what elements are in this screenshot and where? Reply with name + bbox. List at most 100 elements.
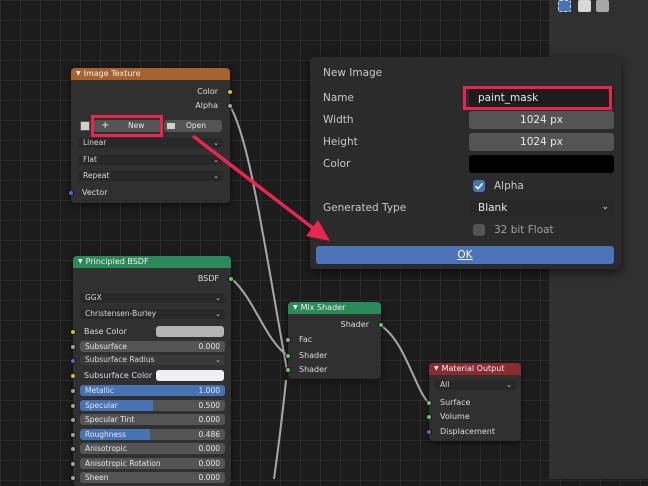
output-color-socket[interactable] (227, 89, 233, 95)
node-header[interactable]: ▼ Principled BSDF (73, 256, 231, 268)
collapse-triangle-icon[interactable]: ▼ (78, 258, 83, 265)
subsurface-color-swatch[interactable] (156, 370, 224, 381)
checkmark-icon (474, 182, 484, 190)
anisotropic-rotation-field[interactable]: Anisotropic Rotation 0.000 (80, 458, 225, 469)
width-field[interactable]: 1024 px (469, 111, 614, 129)
new-image-dialog: New Image Name paint_mask Width 1024 px … (310, 57, 621, 269)
input-specular-socket[interactable] (70, 403, 76, 409)
width-value: 1024 px (520, 114, 563, 126)
output-alpha-socket[interactable] (227, 103, 233, 109)
width-label: Width (323, 114, 354, 126)
interpolation-value: Linear (83, 138, 107, 147)
target-value: All (440, 380, 450, 389)
float-label: 32 bit Float (494, 224, 554, 236)
input-subsurface-radius-socket[interactable] (70, 358, 76, 364)
collapse-triangle-icon[interactable]: ▼ (293, 304, 298, 311)
subsurface-method-dropdown[interactable]: Christensen-Burley ⌄ (80, 309, 225, 319)
name-label: Name (323, 92, 354, 104)
open-button-label: Open (186, 121, 207, 130)
displacement-label: Displacement (440, 427, 495, 436)
input-fac-socket[interactable] (285, 337, 291, 343)
image-browse-icon[interactable] (80, 121, 90, 131)
field-label: Subsurface (85, 342, 127, 351)
surface-label: Surface (440, 398, 471, 407)
projection-dropdown[interactable]: Flat ⌄ (78, 155, 223, 165)
node-header[interactable]: ▼ Material Output (429, 363, 521, 375)
input-shader2-socket[interactable] (285, 367, 291, 373)
field-value: 0.000 (198, 473, 220, 482)
generated-type-dropdown[interactable]: Blank ⌄ (469, 199, 614, 217)
volume-label: Volume (440, 412, 470, 421)
input-subsurface-color-socket[interactable] (70, 373, 76, 379)
extension-value: Repeat (83, 171, 110, 180)
folder-icon (167, 123, 175, 129)
input-base-color-socket[interactable] (70, 329, 76, 335)
target-dropdown[interactable]: All ⌄ (435, 380, 516, 390)
ok-label: OK (457, 249, 473, 261)
alpha-label: Alpha (494, 180, 524, 192)
input-displacement-socket[interactable] (426, 429, 432, 435)
output-shader-socket[interactable] (378, 322, 384, 328)
ok-button[interactable]: OK (316, 246, 614, 264)
field-value: 0.486 (198, 430, 220, 439)
principled-bsdf-node[interactable]: ▼ Principled BSDF BSDF GGX ⌄ Christensen-B… (70, 256, 234, 486)
field-value: 0.000 (198, 459, 220, 468)
field-label: Specular Tint (85, 415, 135, 424)
metallic-field[interactable]: Metallic 1.000 (80, 385, 225, 396)
base-color-swatch[interactable] (156, 326, 224, 337)
generated-type-value: Blank (478, 202, 508, 214)
input-shader1-socket[interactable] (285, 353, 291, 359)
open-image-button[interactable]: Open (164, 120, 222, 132)
input-surface-socket[interactable] (426, 400, 432, 406)
field-value: 0.000 (198, 342, 220, 351)
input-metallic-socket[interactable] (70, 388, 76, 394)
roughness-field[interactable]: Roughness 0.486 (80, 429, 225, 440)
chevron-down-icon: ⌄ (213, 139, 219, 147)
height-field[interactable]: 1024 px (469, 133, 614, 151)
shader1-label: Shader (299, 351, 328, 360)
output-bsdf-socket[interactable] (228, 276, 234, 282)
name-value: paint_mask (478, 92, 539, 104)
image-texture-node[interactable]: ▼ Image Texture Color Alpha + New Open Li… (68, 68, 233, 203)
color-label: Color (323, 158, 351, 170)
sheen-field[interactable]: Sheen 0.000 (80, 472, 225, 483)
input-vector-socket[interactable] (68, 190, 74, 196)
subsurface-field[interactable]: Subsurface 0.000 (80, 341, 225, 352)
chevron-down-icon: ⌄ (601, 202, 609, 212)
interpolation-dropdown[interactable]: Linear ⌄ (78, 138, 223, 148)
new-image-button[interactable]: + New (93, 120, 163, 132)
subsurface-color-label: Subsurface Color (84, 371, 153, 380)
input-roughness-socket[interactable] (70, 432, 76, 438)
color-swatch[interactable] (469, 155, 614, 173)
node-header[interactable]: ▼ Mix Shader (288, 302, 381, 314)
extension-dropdown[interactable]: Repeat ⌄ (78, 171, 223, 181)
base-color-label: Base Color (84, 327, 127, 336)
field-label: Anisotropic (85, 444, 127, 453)
distribution-dropdown[interactable]: GGX ⌄ (80, 293, 225, 303)
specular-tint-field[interactable]: Specular Tint 0.000 (80, 414, 225, 425)
input-anisotropic-rotation-socket[interactable] (70, 461, 76, 467)
generated-type-label: Generated Type (323, 202, 407, 214)
subsurface-method-value: Christensen-Burley (85, 309, 157, 318)
chevron-down-icon: ⌄ (213, 172, 219, 180)
input-sheen-socket[interactable] (70, 475, 76, 481)
subsurface-radius-label: Subsurface Radius (85, 355, 155, 364)
input-volume-socket[interactable] (426, 414, 432, 420)
specular-field[interactable]: Specular 0.500 (80, 400, 225, 411)
new-button-label: New (128, 121, 145, 130)
node-header[interactable]: ▼ Image Texture (71, 68, 230, 80)
material-output-node[interactable]: ▼ Material Output All ⌄ Surface Volume Dis… (426, 363, 521, 441)
float-checkbox[interactable] (473, 224, 485, 236)
input-anisotropic-socket[interactable] (70, 446, 76, 452)
input-vector-label: Vector (82, 188, 108, 197)
alpha-checkbox[interactable] (473, 180, 485, 192)
subsurface-radius-dropdown[interactable]: Subsurface Radius ⌄ (80, 355, 225, 365)
mix-shader-node[interactable]: ▼ Mix Shader Shader Fac Shader Shader (285, 302, 384, 379)
output-bsdf-label: BSDF (197, 274, 219, 283)
input-subsurface-socket[interactable] (70, 344, 76, 350)
name-input[interactable]: paint_mask (469, 89, 614, 107)
input-specular-tint-socket[interactable] (70, 417, 76, 423)
collapse-triangle-icon[interactable]: ▼ (76, 70, 81, 77)
collapse-triangle-icon[interactable]: ▼ (434, 365, 439, 372)
anisotropic-field[interactable]: Anisotropic 0.000 (80, 443, 225, 454)
